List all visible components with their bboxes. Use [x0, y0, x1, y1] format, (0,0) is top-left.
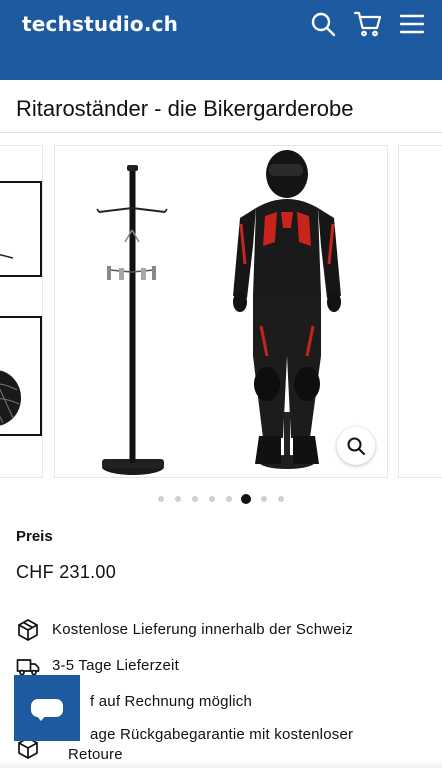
pagination-dot[interactable]: [261, 496, 267, 502]
pagination-dot[interactable]: [158, 496, 164, 502]
feature-text: Kostenlose Lieferung innerhalb der Schwe…: [52, 621, 354, 638]
product-price: CHF 231.00: [16, 562, 117, 582]
menu-icon[interactable]: [398, 10, 426, 38]
pagination-dot[interactable]: [192, 496, 198, 502]
feature-text: age Rückgabegarantie mit kostenloser Reto…: [68, 726, 354, 763]
feature-text: f auf Rechnung möglich: [90, 693, 252, 710]
thumbnail-image[interactable]: [0, 181, 42, 277]
thumbnail-image[interactable]: [0, 316, 42, 436]
product-image: [96, 150, 341, 475]
product-title: Ritaroständer - die Bikergarderobe: [16, 96, 354, 121]
zoom-button[interactable]: [337, 427, 375, 465]
bottom-edge: [0, 760, 442, 768]
zoom-icon: [347, 437, 365, 455]
package-icon: [16, 618, 40, 642]
pagination-dot[interactable]: [175, 496, 181, 502]
pagination-dot[interactable]: [278, 496, 284, 502]
pagination-dot[interactable]: [226, 496, 232, 502]
gallery-slide-previous[interactable]: [0, 145, 43, 478]
brand-logo[interactable]: techstudio.ch: [22, 12, 178, 36]
feature-item: Kostenlose Lieferung innerhalb der Schwe…: [16, 618, 436, 642]
feature-text: 3-5 Tage Lieferzeit: [52, 657, 179, 674]
pagination-dot[interactable]: [209, 496, 215, 502]
divider: [0, 132, 442, 133]
site-header: techstudio.ch: [0, 0, 442, 80]
product-gallery[interactable]: [0, 145, 442, 480]
gallery-slide-active[interactable]: [54, 145, 388, 478]
search-icon[interactable]: [309, 10, 337, 38]
cart-icon[interactable]: [353, 10, 382, 38]
chat-button[interactable]: [14, 675, 80, 741]
gallery-pagination: [0, 494, 442, 504]
price-label: Preis: [16, 528, 53, 545]
gallery-slide-next[interactable]: [398, 145, 442, 478]
pagination-dot-active[interactable]: [241, 494, 251, 504]
